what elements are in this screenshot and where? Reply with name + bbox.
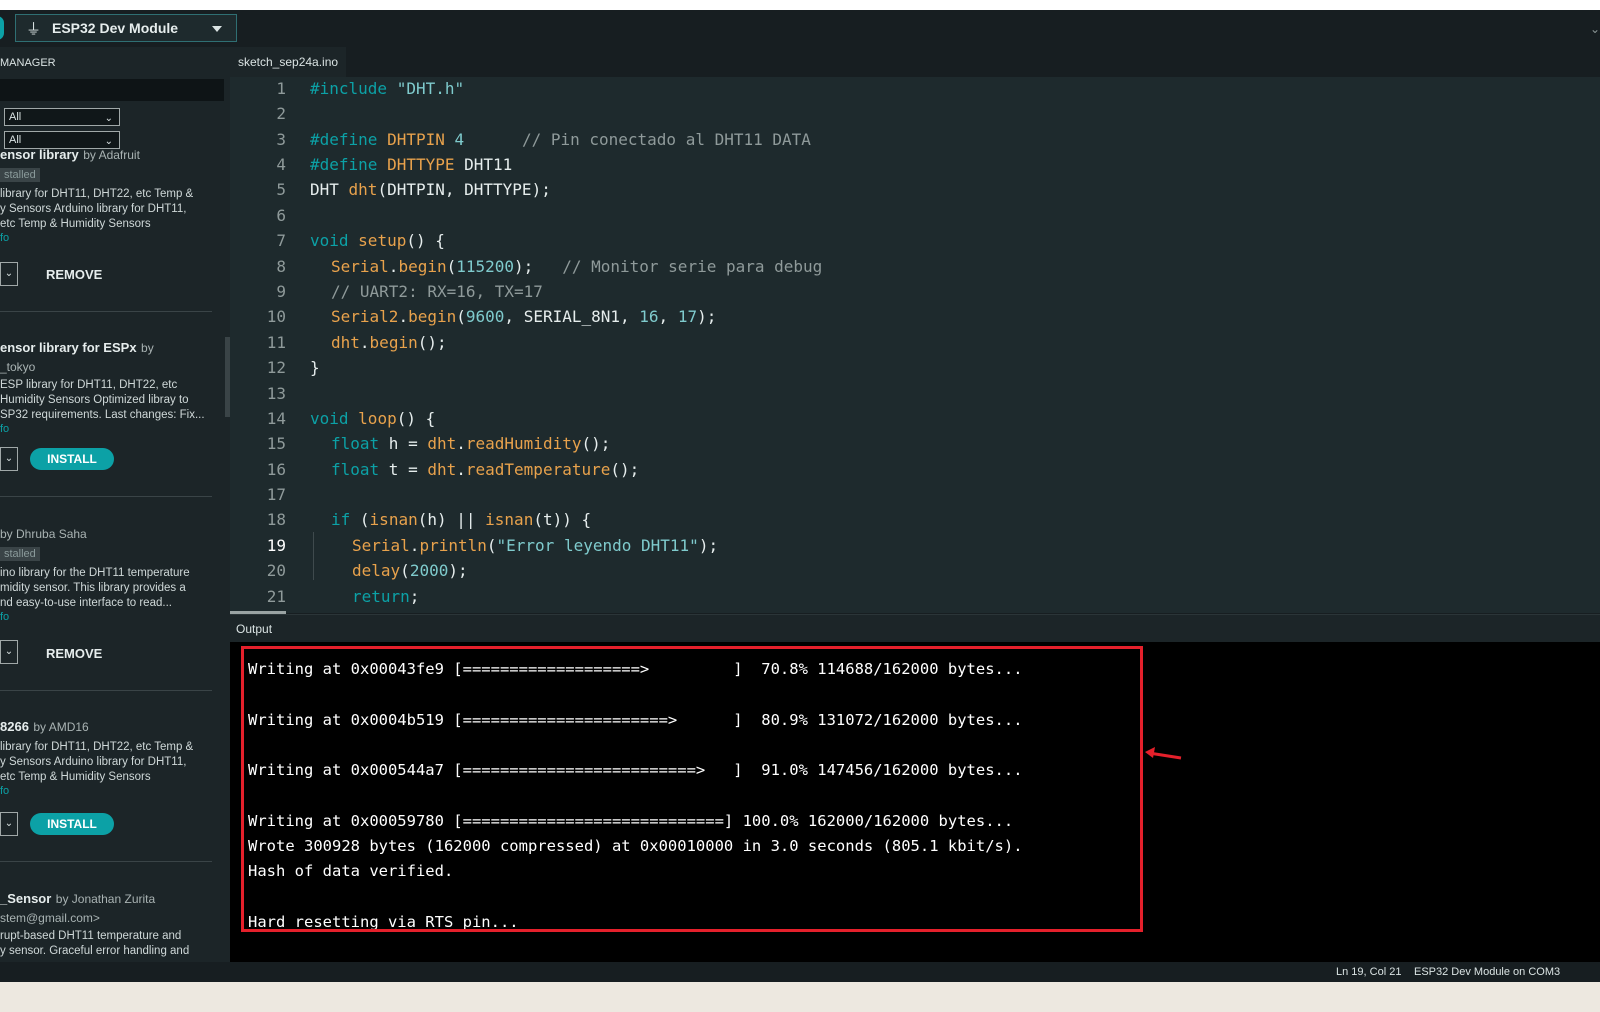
type-filter-select[interactable]: All ⌄: [4, 108, 120, 126]
code-line: 13: [266, 384, 286, 403]
output-line: Writing at 0x0004b519 [=================…: [248, 711, 1023, 729]
topic-filter-value: All: [9, 134, 22, 146]
code-line: 17: [266, 485, 286, 504]
output-title: Output: [236, 622, 273, 636]
code-line: 9// UART2: RX=16, TX=17: [276, 282, 543, 301]
output-line: Wrote 300928 bytes (162000 compressed) a…: [248, 837, 1023, 855]
code-line: 12}: [266, 358, 320, 377]
indent-guide: [313, 532, 314, 580]
code-line: 18 if (isnan(h) || isnan(t)) {: [266, 510, 592, 529]
library-name: ensor library: [0, 147, 79, 162]
output-console[interactable]: Writing at 0x00043fe9 [=================…: [230, 642, 1600, 964]
expand-icon[interactable]: ⌄: [1590, 22, 1600, 36]
output-line: Writing at 0x00043fe9 [=================…: [248, 660, 1023, 678]
code-editor[interactable]: 1 #include "DHT.h" 2 3 #define DHTPIN 4 //…: [230, 77, 1600, 613]
top-strip: [0, 0, 1600, 10]
code-line: 2: [276, 104, 286, 123]
taskbar-strip: [0, 982, 1600, 1012]
code-line: 5 DHT dht(DHTPIN, DHTTYPE);: [276, 180, 551, 199]
divider: [0, 496, 212, 497]
code-line: 19 Serial.println("Error leyendo DHT11");: [230, 536, 1600, 561]
code-line: 20 delay(2000);: [266, 561, 468, 580]
board-selector[interactable]: ⏚ ESP32 Dev Module: [15, 14, 237, 42]
divider: [0, 311, 212, 312]
divider: [0, 861, 212, 862]
code-line: 4 #define DHTTYPE DHT11: [276, 155, 513, 174]
code-line: 16 float t = dht.readTemperature();: [266, 460, 640, 479]
board-port-status[interactable]: ESP32 Dev Module on COM3: [1414, 966, 1560, 978]
output-panel-header: Output: [230, 614, 1600, 642]
library-item: ensor library for ESPx by _tokyo ESP lib…: [0, 339, 216, 471]
library-name: _Sensor: [0, 891, 52, 906]
code-line: 21 return;: [266, 587, 420, 606]
usb-icon: ⏚: [26, 20, 42, 38]
library-description: library for DHT11, DHT22, etc Temp & y S…: [0, 188, 194, 230]
divider: [0, 690, 212, 691]
code-line: 14 void loop() {: [266, 409, 436, 428]
install-button[interactable]: INSTALL: [30, 813, 114, 835]
more-info-link[interactable]: fo: [0, 423, 216, 435]
library-description: ESP library for DHT11, DHT22, etc Humidi…: [0, 379, 205, 421]
library-item: ensor library by Adafruit stalled librar…: [0, 146, 216, 286]
code-line: 10 Serial2.begin(9600, SERIAL_8N1, 16, 17…: [266, 307, 717, 326]
library-description: library for DHT11, DHT22, etc Temp & y S…: [0, 741, 194, 783]
library-search-input[interactable]: [0, 79, 224, 101]
code-line: 7 void setup() {: [276, 231, 445, 250]
board-selector-label: ESP32 Dev Module: [52, 20, 179, 36]
library-description: rupt-based DHT11 temperature and y senso…: [0, 930, 190, 957]
library-item: 8266 by AMD16 library for DHT11, DHT22, …: [0, 718, 216, 836]
output-line: Writing at 0x000544a7 [=================…: [248, 761, 1023, 779]
output-line: Hard resetting via RTS pin...: [248, 913, 519, 931]
output-line: Writing at 0x00059780 [=================…: [248, 812, 1014, 830]
library-description: ino library for the DHT11 temperature mi…: [0, 567, 190, 609]
install-button[interactable]: INSTALL: [30, 448, 114, 470]
code-line: 15 float h = dht.readHumidity();: [266, 434, 611, 453]
code-line: 6: [276, 206, 286, 225]
more-info-link[interactable]: fo: [0, 232, 216, 244]
library-manager-panel: MANAGER All ⌄ All ⌄ ensor library by Ada…: [0, 47, 230, 982]
chevron-down-icon: ⌄: [104, 113, 113, 124]
type-filter-value: All: [9, 111, 22, 123]
remove-button[interactable]: REMOVE: [46, 646, 102, 661]
library-name: 8266: [0, 719, 29, 734]
red-arrow-icon: [1145, 747, 1182, 760]
version-select[interactable]: ⌄: [0, 262, 18, 286]
more-info-link[interactable]: fo: [0, 785, 216, 797]
code-line: 8 Serial.begin(115200); // Monitor serie …: [276, 257, 823, 276]
library-author: by AMD16: [33, 720, 89, 734]
library-author: by: [141, 341, 154, 355]
upload-button-partial[interactable]: [0, 16, 4, 40]
library-author-cont: _tokyo: [0, 360, 36, 374]
version-select[interactable]: ⌄: [0, 447, 18, 471]
library-item: by Dhruba Saha stalled ino library for t…: [0, 525, 216, 664]
library-item: _Sensor by Jonathan Zurita stem@gmail.co…: [0, 890, 216, 959]
editor-tabbar: sketch_sep24a.ino: [230, 47, 1600, 77]
library-author-cont: stem@gmail.com>: [0, 911, 100, 925]
remove-button[interactable]: REMOVE: [46, 267, 102, 282]
code-line: 1 #include "DHT.h": [276, 79, 465, 98]
status-bar: Ln 19, Col 21 ESP32 Dev Module on COM3: [0, 962, 1600, 982]
cursor-position: Ln 19, Col 21: [1336, 966, 1402, 978]
more-info-link[interactable]: fo: [0, 611, 216, 623]
code-line: 3 #define DHTPIN 4 // Pin conectado al DH…: [276, 130, 811, 149]
tab-sketch[interactable]: sketch_sep24a.ino: [230, 47, 347, 77]
code-line: 11 dht.begin();: [266, 333, 447, 352]
installed-badge: stalled: [0, 547, 40, 561]
library-author: by Adafruit: [83, 148, 140, 162]
active-line-number: 19: [266, 536, 286, 555]
toolbar: ⏚ ESP32 Dev Module ⌄: [0, 10, 1600, 47]
chevron-down-icon: [212, 26, 222, 32]
installed-badge: stalled: [0, 168, 40, 182]
version-select[interactable]: ⌄: [0, 812, 18, 836]
panel-title: MANAGER: [0, 57, 56, 69]
output-line: Hash of data verified.: [248, 862, 454, 880]
library-name: ensor library for ESPx: [0, 340, 137, 355]
library-author: by Jonathan Zurita: [55, 892, 156, 906]
library-author: by Dhruba Saha: [0, 527, 87, 541]
version-select[interactable]: ⌄: [0, 640, 18, 664]
